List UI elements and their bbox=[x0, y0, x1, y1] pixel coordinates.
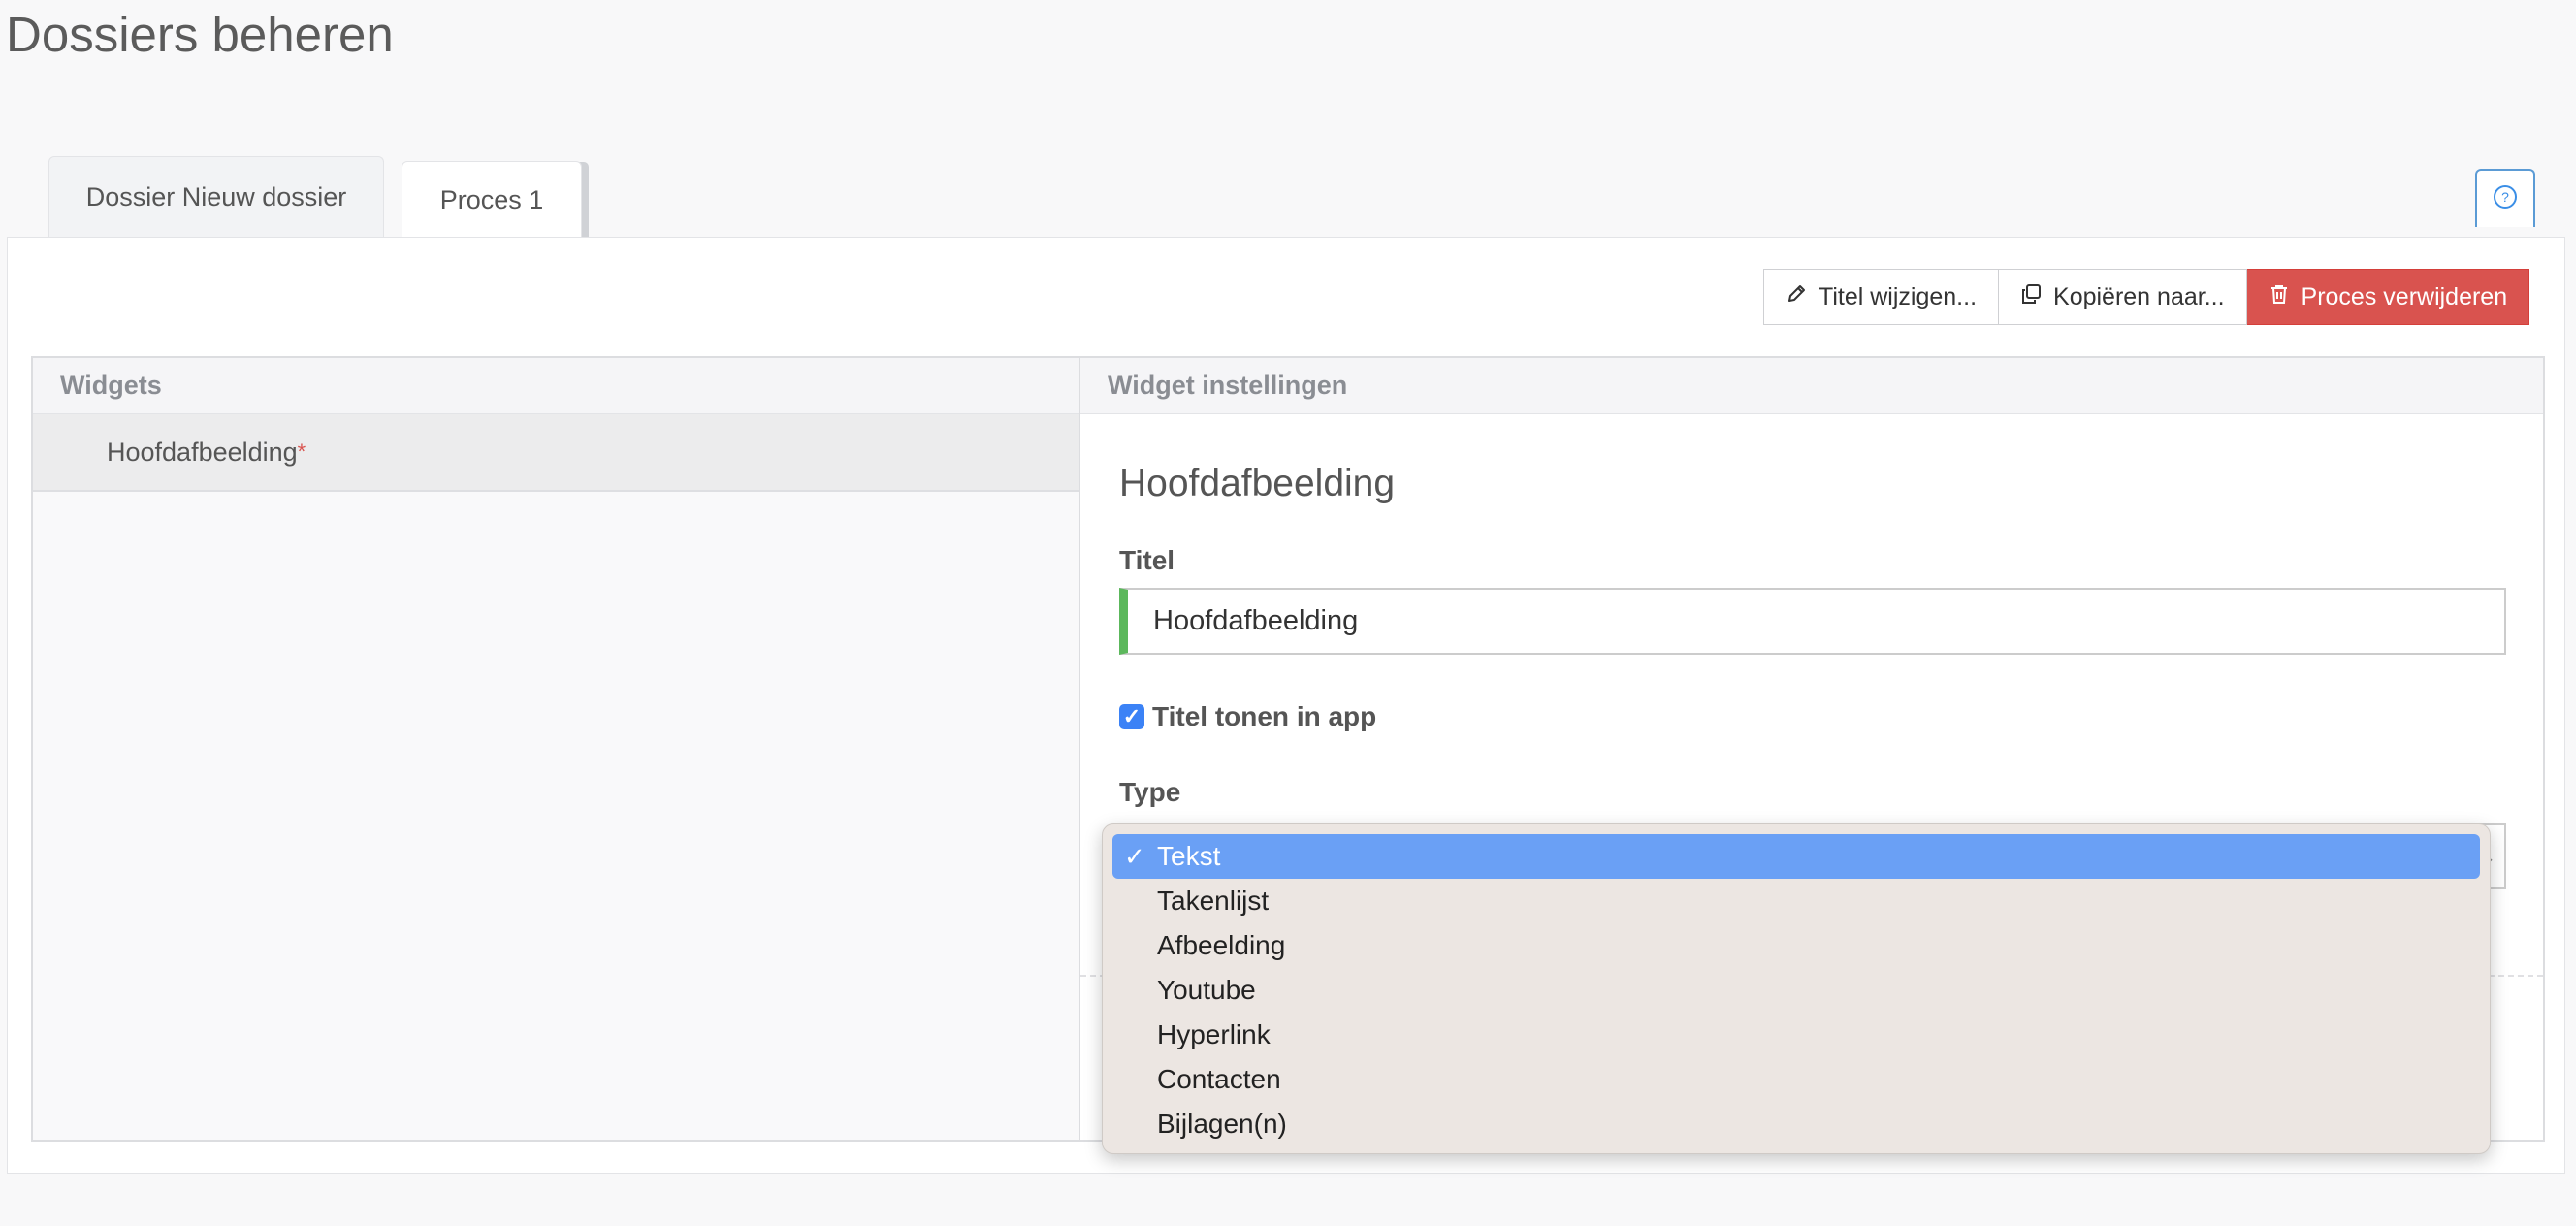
show-title-row: ✓ Titel tonen in app bbox=[1119, 701, 1376, 732]
option-label: Tekst bbox=[1157, 841, 1221, 871]
type-dropdown-menu: ✓ Tekst Takenlijst Afbeelding Youtube Hy… bbox=[1102, 823, 2491, 1154]
question-circle-icon: ? bbox=[2493, 184, 2518, 214]
copy-to-button[interactable]: Kopiëren naar... bbox=[1999, 269, 2247, 325]
type-option-takenlijst[interactable]: Takenlijst bbox=[1112, 879, 2480, 923]
show-title-checkbox[interactable]: ✓ bbox=[1119, 704, 1144, 729]
settings-header: Widget instellingen bbox=[1080, 358, 2543, 414]
type-option-youtube[interactable]: Youtube bbox=[1112, 968, 2480, 1013]
checkmark-icon: ✓ bbox=[1124, 842, 1145, 871]
widgets-column: Widgets Hoofdafbeelding * bbox=[33, 358, 1080, 1140]
type-option-tekst[interactable]: ✓ Tekst bbox=[1112, 834, 2480, 879]
trash-icon bbox=[2269, 283, 2290, 311]
title-field-label: Titel bbox=[1119, 545, 1175, 575]
widgets-header: Widgets bbox=[33, 358, 1079, 414]
svg-text:?: ? bbox=[2501, 189, 2509, 205]
required-marker: * bbox=[297, 439, 306, 464]
process-actions: Titel wijzigen... Kopiëren naar... Proce… bbox=[1763, 269, 2530, 325]
copy-icon bbox=[2020, 283, 2042, 311]
pencil-icon bbox=[1786, 283, 1807, 311]
type-field-label: Type bbox=[1119, 777, 1181, 807]
title-input[interactable] bbox=[1119, 588, 2506, 655]
widget-item-label: Hoofdafbeelding bbox=[107, 436, 298, 467]
page-title: Dossiers beheren bbox=[6, 7, 394, 62]
copy-to-label: Kopiëren naar... bbox=[2053, 282, 2225, 310]
type-option-contacten[interactable]: Contacten bbox=[1112, 1057, 2480, 1102]
show-title-label: Titel tonen in app bbox=[1152, 701, 1377, 731]
type-option-afbeelding[interactable]: Afbeelding bbox=[1112, 923, 2480, 968]
tab-dossier[interactable]: Dossier Nieuw dossier bbox=[48, 156, 384, 238]
type-option-hyperlink[interactable]: Hyperlink bbox=[1112, 1013, 2480, 1057]
help-button[interactable]: ? bbox=[2475, 169, 2535, 227]
widget-settings-title: Hoofdafbeelding bbox=[1119, 463, 1396, 504]
widget-item-hoofdafbeelding[interactable]: Hoofdafbeelding * bbox=[33, 414, 1079, 492]
rename-title-button[interactable]: Titel wijzigen... bbox=[1763, 269, 2000, 325]
delete-process-label: Proces verwijderen bbox=[2301, 282, 2508, 310]
delete-process-button[interactable]: Proces verwijderen bbox=[2246, 269, 2530, 325]
rename-title-label: Titel wijzigen... bbox=[1819, 282, 1978, 310]
type-option-bijlagen[interactable]: Bijlagen(n) bbox=[1112, 1102, 2480, 1146]
tab-proces-1[interactable]: Proces 1 bbox=[402, 161, 582, 239]
